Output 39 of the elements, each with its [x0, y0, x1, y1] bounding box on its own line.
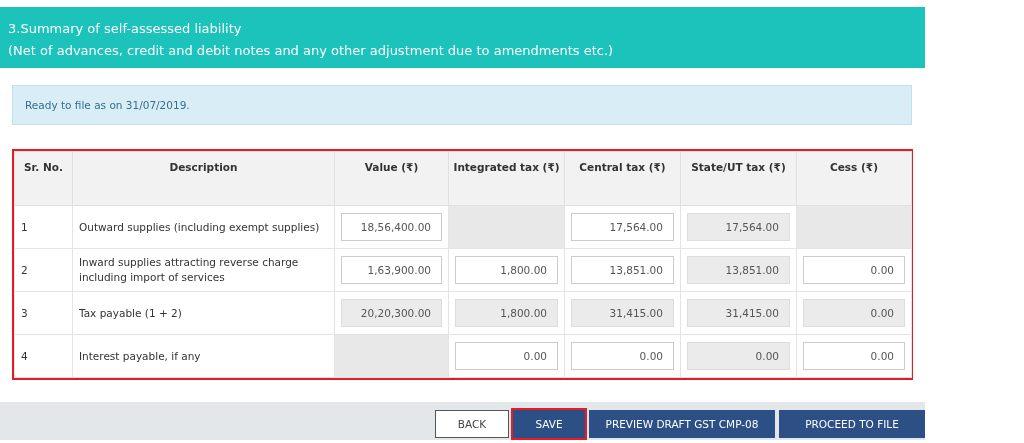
amount-field: 0.00 [803, 299, 905, 327]
column-header: Value (₹) [334, 151, 449, 206]
amount-field[interactable]: 0.00 [571, 342, 674, 370]
action-button[interactable]: BACK [435, 410, 509, 438]
amount-field[interactable]: 0.00 [455, 342, 558, 370]
amount-field[interactable]: 17,564.00 [571, 213, 674, 241]
amount-field[interactable]: 1,63,900.00 [341, 256, 442, 284]
section-subtitle: (Net of advances, credit and debit notes and any other adjustment due to amendments etc.) [8, 42, 615, 60]
table-cell: 3 [14, 291, 73, 335]
amount-field: 0.00 [687, 342, 790, 370]
column-header: Description [72, 151, 335, 206]
status-notice: Ready to file as on 31/07/2019. [12, 85, 912, 125]
amount-field: 13,851.00 [687, 256, 790, 284]
amount-field: 1,800.00 [455, 299, 558, 327]
column-header: Integrated tax (₹) [448, 151, 565, 206]
section-title: 3.Summary of self-assessed liability [8, 20, 243, 38]
table-cell: Inward supplies attracting reverse charge including import of services [72, 248, 335, 292]
amount-field[interactable]: 0.00 [803, 342, 905, 370]
amount-field: 31,415.00 [687, 299, 790, 327]
table-cell: Tax payable (1 + 2) [72, 291, 335, 335]
action-button[interactable]: PREVIEW DRAFT GST CMP-08 [589, 410, 775, 438]
table-cell: 1 [14, 205, 73, 249]
action-button[interactable]: SAVE [513, 410, 585, 438]
amount-field: 20,20,300.00 [341, 299, 442, 327]
column-header: Central tax (₹) [564, 151, 681, 206]
column-header: State/UT tax (₹) [680, 151, 797, 206]
table-cell: 4 [14, 334, 73, 378]
column-header: Cess (₹) [796, 151, 912, 206]
table-cell: Outward supplies (including exempt supplies) [72, 205, 335, 249]
amount-field[interactable]: 0.00 [803, 256, 905, 284]
table-cell: 2 [14, 248, 73, 292]
amount-field: 17,564.00 [687, 213, 790, 241]
table-cell: Interest payable, if any [72, 334, 335, 378]
column-header: Sr. No. [14, 151, 73, 206]
amount-field[interactable]: 18,56,400.00 [341, 213, 442, 241]
amount-field[interactable]: 13,851.00 [571, 256, 674, 284]
amount-field: 31,415.00 [571, 299, 674, 327]
amount-field[interactable]: 1,800.00 [455, 256, 558, 284]
action-button[interactable]: PROCEED TO FILE [779, 410, 925, 438]
